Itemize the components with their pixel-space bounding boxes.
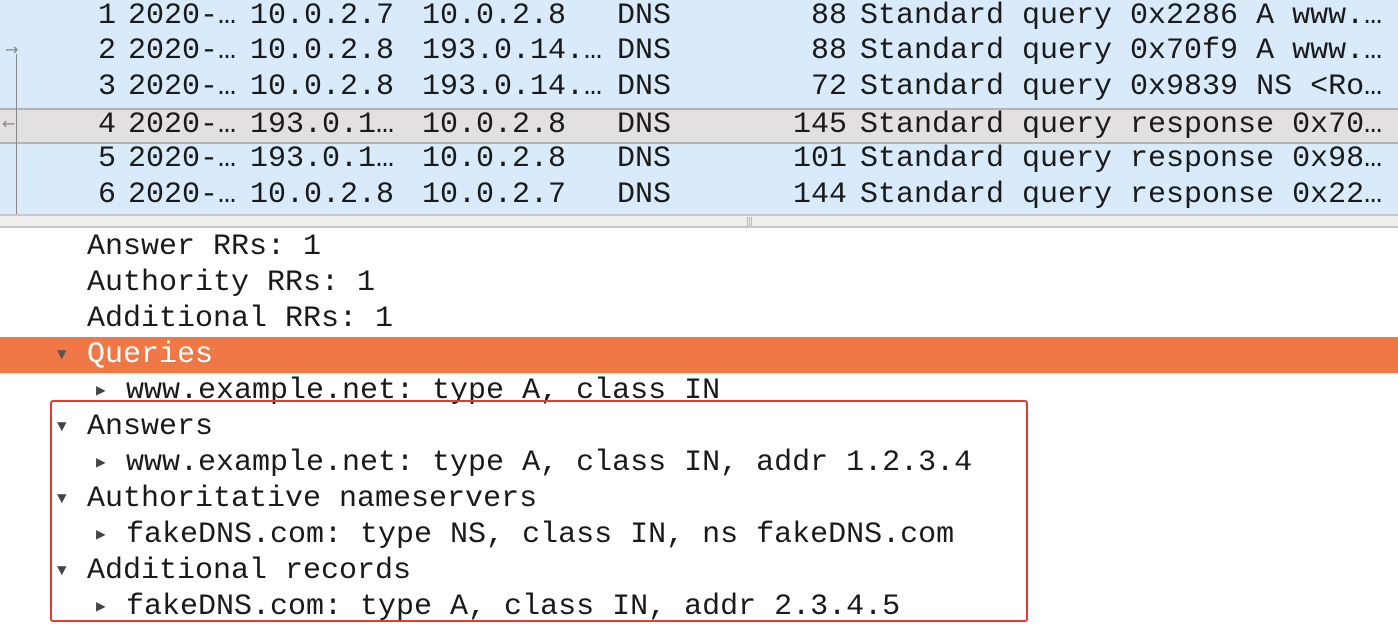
packet-list[interactable]: 1 2020-… 10.0.2.7 10.0.2.8 DNS 88 Standard que… (0, 0, 1398, 214)
packet-src: 193.0.1… (250, 108, 395, 142)
detail-row[interactable]: Additional RRs: 1 (0, 301, 1398, 337)
detail-text: Answer RRs: 1 (87, 230, 322, 264)
packet-len: 145 (792, 108, 847, 142)
packet-row[interactable]: 1 2020-… 10.0.2.7 10.0.2.8 DNS 88 Standard que… (0, 0, 1398, 36)
annotation-box (50, 400, 1028, 622)
detail-text: Queries (87, 338, 214, 372)
packet-num: 4 (97, 108, 116, 142)
related-packet-line (16, 54, 17, 214)
splitter-grip-icon: ||| (746, 217, 753, 227)
packet-num: 5 (97, 142, 116, 176)
packet-proto: DNS (617, 70, 672, 104)
detail-row[interactable]: ▼ Queries (0, 337, 1398, 373)
packet-num: 3 (97, 70, 116, 104)
packet-proto: DNS (617, 108, 672, 142)
packet-len: 144 (792, 178, 847, 212)
packet-len: 88 (810, 34, 847, 68)
packet-len: 101 (792, 142, 847, 176)
packet-dst: 10.0.2.8 (422, 142, 567, 176)
packet-info: Standard query 0x2286 A www.… (860, 0, 1383, 33)
packet-src: 193.0.1… (250, 142, 395, 176)
packet-dst: 193.0.14.… (422, 34, 603, 68)
packet-proto: DNS (617, 34, 672, 68)
packet-src: 10.0.2.8 (250, 178, 395, 212)
detail-text: Additional RRs: 1 (87, 302, 394, 336)
packet-time: 2020-… (128, 0, 237, 33)
packet-src: 10.0.2.7 (250, 0, 395, 33)
packet-row[interactable]: 5 2020-… 193.0.1… 10.0.2.8 DNS 101 Standard qu… (0, 143, 1398, 179)
packet-row[interactable]: 3 2020-… 10.0.2.8 193.0.14.… DNS 72 Standard q… (0, 71, 1398, 107)
pane-splitter[interactable]: ||| (0, 214, 1398, 228)
response-arrow-icon: ← (2, 114, 16, 133)
packet-time: 2020-… (128, 108, 237, 142)
packet-row[interactable]: 4 2020-… 193.0.1… 10.0.2.8 DNS 145 Standard qu… (0, 108, 1398, 144)
packet-len: 88 (810, 0, 847, 33)
packet-time: 2020-… (128, 70, 237, 104)
packet-info: Standard query response 0x98… (860, 142, 1383, 176)
packet-num: 2 (97, 34, 116, 68)
detail-row[interactable]: Authority RRs: 1 (0, 265, 1398, 301)
packet-time: 2020-… (128, 178, 237, 212)
packet-proto: DNS (617, 142, 672, 176)
packet-row[interactable]: 2 2020-… 10.0.2.8 193.0.14.… DNS 88 Standard q… (0, 35, 1398, 71)
packet-dst: 10.0.2.7 (422, 178, 567, 212)
packet-proto: DNS (617, 0, 672, 33)
packet-info: Standard query 0x70f9 A www.… (860, 34, 1383, 68)
packet-time: 2020-… (128, 142, 237, 176)
packet-len: 72 (810, 70, 847, 104)
detail-text: Authority RRs: 1 (87, 266, 376, 300)
expanded-triangle-icon[interactable]: ▼ (57, 337, 67, 373)
packet-time: 2020-… (128, 34, 237, 68)
packet-dst: 193.0.14.… (422, 70, 603, 104)
packet-row[interactable]: 6 2020-… 10.0.2.8 10.0.2.7 DNS 144 Standard qu… (0, 179, 1398, 215)
request-arrow-icon: → (5, 40, 19, 59)
packet-info: Standard query response 0x70… (860, 108, 1383, 142)
packet-info: Standard query response 0x22… (860, 178, 1383, 212)
packet-num: 1 (97, 0, 116, 33)
packet-proto: DNS (617, 178, 672, 212)
packet-dst: 10.0.2.8 (422, 0, 567, 33)
packet-src: 10.0.2.8 (250, 34, 395, 68)
packet-src: 10.0.2.8 (250, 70, 395, 104)
packet-dst: 10.0.2.8 (422, 108, 567, 142)
detail-row[interactable]: Answer RRs: 1 (0, 229, 1398, 265)
packet-info: Standard query 0x9839 NS <Ro… (860, 70, 1383, 104)
packet-num: 6 (97, 178, 116, 212)
